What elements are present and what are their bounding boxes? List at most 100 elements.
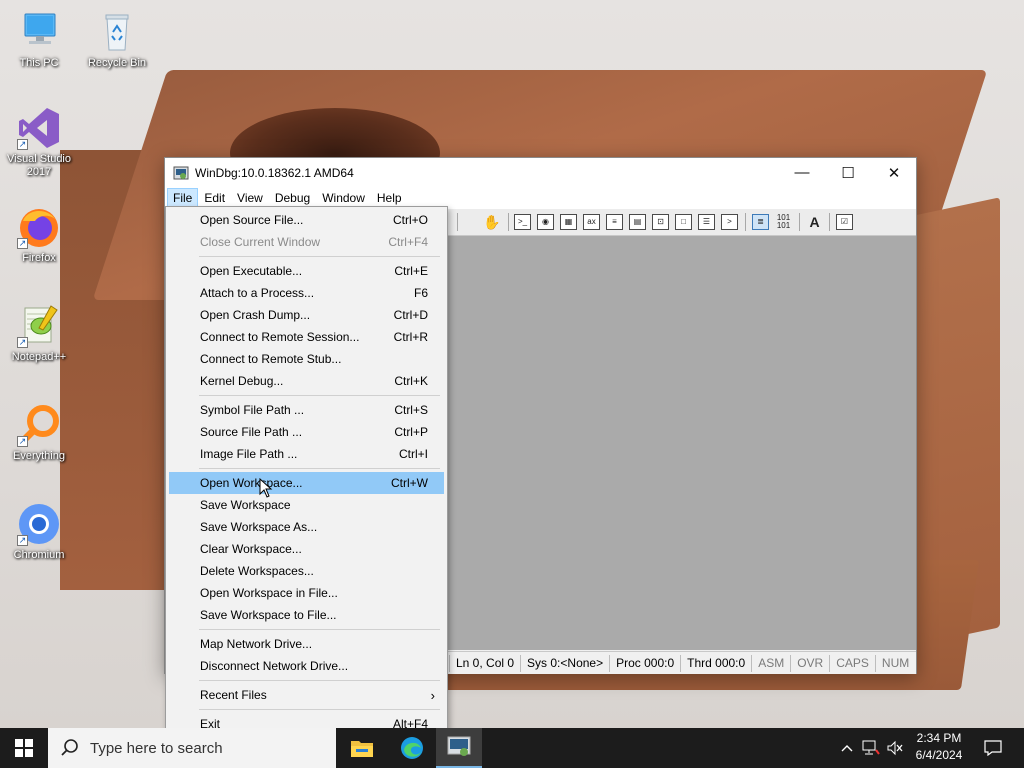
file-explorer-icon[interactable] — [339, 728, 385, 768]
menu-item-map-network-drive[interactable]: Map Network Drive... — [169, 633, 444, 655]
menu-item-open-executable[interactable]: Open Executable... Ctrl+E — [169, 260, 444, 282]
menu-item-image-file-path[interactable]: Image File Path ... Ctrl+I — [169, 443, 444, 465]
menu-item-clear-workspace[interactable]: Clear Workspace... — [169, 538, 444, 560]
taskbar-search-box[interactable]: Type here to search — [48, 728, 336, 768]
options-icon[interactable]: ☑ — [836, 214, 853, 230]
menu-item-open-workspace[interactable]: Open Workspace... Ctrl+W — [169, 472, 444, 494]
status-asm: ASM — [751, 654, 790, 672]
menu-item-label: Delete Workspaces... — [200, 564, 314, 578]
desktop-icon-this-pc[interactable]: This PC — [1, 10, 77, 70]
desktop-icon-label: Chromium — [13, 549, 65, 561]
menu-view[interactable]: View — [231, 188, 269, 208]
notification-icon[interactable] — [978, 728, 1008, 768]
memory-icon[interactable]: ≡ — [606, 214, 623, 230]
chevron-up-icon[interactable] — [838, 728, 856, 768]
command-browser-icon[interactable]: > — [721, 214, 738, 230]
desktop-icon-chromium[interactable]: ↗ Chromium — [1, 502, 77, 562]
scratch-pad-icon[interactable]: □ — [675, 214, 692, 230]
status-num: NUM — [874, 654, 915, 672]
start-button[interactable] — [0, 728, 48, 768]
toolbar-separator — [829, 213, 830, 231]
menu-item-source-file-path[interactable]: Source File Path ... Ctrl+P — [169, 421, 444, 443]
taskbar-clock[interactable]: 2:34 PM 6/4/2024 — [904, 730, 974, 766]
shortcut-arrow-icon: ↗ — [17, 436, 28, 447]
hex-mode-icon[interactable]: 101 101 — [775, 214, 792, 230]
status-thrd: Thrd 000:0 — [680, 654, 751, 672]
menu-item-open-source-file[interactable]: Open Source File... Ctrl+O — [169, 209, 444, 231]
source-mode-icon[interactable]: ≣ — [752, 214, 769, 230]
minimize-button[interactable]: — — [779, 158, 825, 187]
desktop-icon-everything[interactable]: ↗ Everything — [1, 403, 77, 463]
menu-item-attach-to-a-process[interactable]: Attach to a Process... F6 — [169, 282, 444, 304]
menu-item-open-crash-dump[interactable]: Open Crash Dump... Ctrl+D — [169, 304, 444, 326]
hand-icon[interactable]: ✋ — [483, 214, 500, 230]
menu-item-open-workspace-in-file[interactable]: Open Workspace in File... — [169, 582, 444, 604]
menu-help[interactable]: Help — [371, 188, 408, 208]
call-stack-icon[interactable]: ▤ — [629, 214, 646, 230]
windbg-app-icon — [173, 166, 189, 179]
menu-item-shortcut: Ctrl+D — [393, 308, 428, 322]
menu-item-disconnect-network-drive[interactable]: Disconnect Network Drive... — [169, 655, 444, 677]
registers-icon[interactable]: ax — [583, 214, 600, 230]
menu-separator — [169, 706, 444, 713]
network-icon[interactable] — [860, 728, 882, 768]
desktop-icon-label: This PC — [19, 57, 59, 69]
menu-edit[interactable]: Edit — [198, 188, 231, 208]
menu-item-shortcut: F6 — [413, 286, 428, 300]
menu-file[interactable]: File — [167, 188, 199, 208]
font-icon[interactable]: A — [806, 214, 823, 230]
status-sys: Sys 0:<None> — [520, 654, 609, 672]
processes-threads-icon[interactable]: ☰ — [698, 214, 715, 230]
menu-item-save-workspace[interactable]: Save Workspace — [169, 494, 444, 516]
menu-item-label: Connect to Remote Session... — [200, 330, 360, 344]
close-button[interactable]: ✕ — [871, 158, 917, 187]
menu-item-label: Clear Workspace... — [200, 542, 302, 556]
this-pc-icon — [17, 10, 61, 54]
desktop-icon-firefox[interactable]: ↗ Firefox — [1, 205, 77, 265]
menu-item-save-workspace-to-file[interactable]: Save Workspace to File... — [169, 604, 444, 626]
desktop-icon-notepadpp[interactable]: ↗ Notepad++ — [1, 304, 77, 364]
menu-separator — [169, 392, 444, 399]
menu-item-label: Close Current Window — [200, 235, 321, 249]
menu-item-connect-to-remote-session[interactable]: Connect to Remote Session... Ctrl+R — [169, 326, 444, 348]
volume-muted-icon[interactable] — [884, 728, 906, 768]
menu-separator — [169, 253, 444, 260]
menu-item-symbol-file-path[interactable]: Symbol File Path ... Ctrl+S — [169, 399, 444, 421]
toolbar-separator — [745, 213, 746, 231]
firefox-icon: ↗ — [17, 205, 61, 249]
menu-window[interactable]: Window — [316, 188, 371, 208]
desktop-icon-recycle-bin[interactable]: Recycle Bin — [79, 10, 155, 70]
visual-studio-icon: ↗ — [17, 106, 61, 150]
edge-icon[interactable] — [389, 728, 435, 768]
menu-separator — [169, 626, 444, 633]
search-icon — [61, 739, 78, 756]
menu-item-label: Map Network Drive... — [200, 637, 313, 651]
menu-item-recent-files[interactable]: Recent Files › — [169, 684, 444, 706]
menu-item-kernel-debug[interactable]: Kernel Debug... Ctrl+K — [169, 370, 444, 392]
submenu-arrow-icon: › — [430, 687, 435, 703]
watch-icon[interactable]: ◉ — [537, 214, 554, 230]
desktop-icon-label: Firefox — [22, 252, 56, 264]
menu-separator — [169, 677, 444, 684]
menu-debug[interactable]: Debug — [269, 188, 316, 208]
status-position: Ln 0, Col 0 — [449, 654, 520, 672]
window-title: WinDbg:10.0.18362.1 AMD64 — [195, 165, 354, 180]
menu-item-label: Save Workspace As... — [200, 520, 318, 534]
command-window-icon[interactable]: >_ — [514, 214, 531, 230]
menu-item-delete-workspaces[interactable]: Delete Workspaces... — [169, 560, 444, 582]
title-bar[interactable]: WinDbg:10.0.18362.1 AMD64 — ☐ ✕ — [165, 158, 916, 187]
toolbar-separator — [799, 213, 800, 231]
menu-item-shortcut: Ctrl+E — [394, 264, 428, 278]
search-placeholder: Type here to search — [90, 739, 223, 757]
desktop-icon-label: Recycle Bin — [87, 57, 147, 69]
menu-item-save-workspace-as[interactable]: Save Workspace As... — [169, 516, 444, 538]
menu-item-label: Open Executable... — [200, 264, 303, 278]
disassembly-icon[interactable]: ⊡ — [652, 214, 669, 230]
desktop-icon-visual-studio[interactable]: ↗ Visual Studio 2017 — [1, 106, 77, 179]
menu-item-label: Connect to Remote Stub... — [200, 352, 342, 366]
windbg-icon[interactable] — [436, 728, 482, 768]
maximize-button[interactable]: ☐ — [825, 158, 871, 187]
locals-icon[interactable]: ▦ — [560, 214, 577, 230]
windows-logo-icon — [15, 739, 33, 757]
menu-item-connect-to-remote-stub[interactable]: Connect to Remote Stub... — [169, 348, 444, 370]
